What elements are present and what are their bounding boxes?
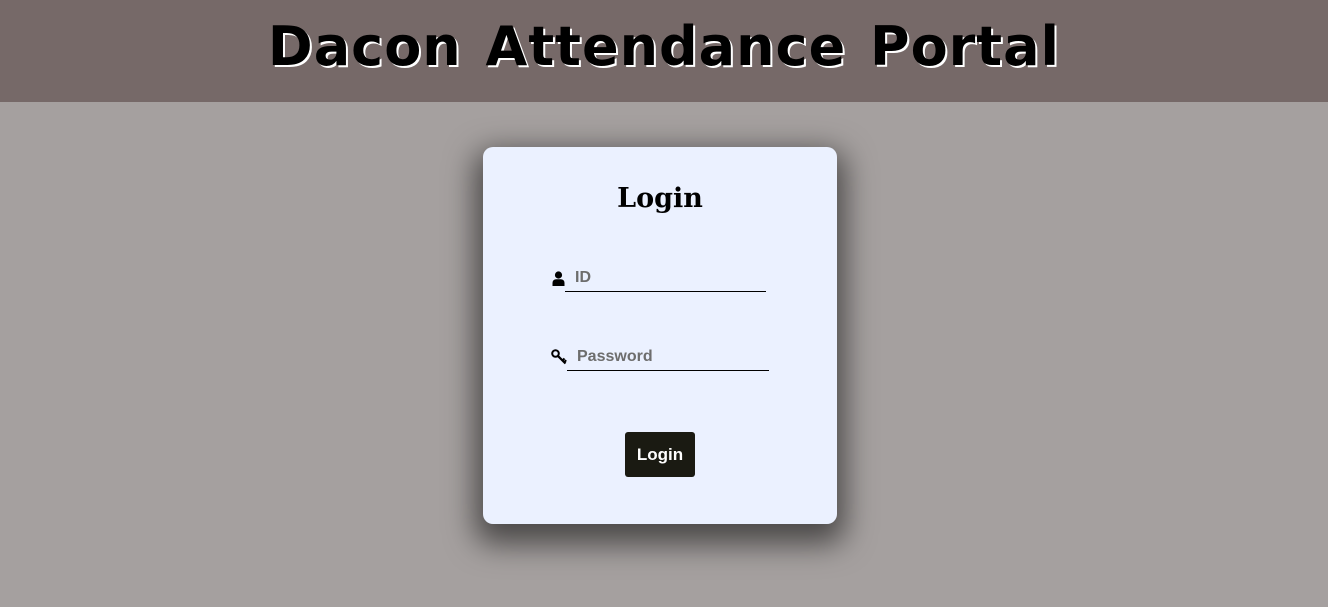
key-icon (551, 349, 567, 365)
login-card: Login Login (483, 147, 837, 524)
page-header: Dacon Attendance Portal (0, 0, 1328, 102)
portal-title: Dacon Attendance Portal (267, 15, 1061, 78)
login-button[interactable]: Login (625, 432, 695, 477)
password-input[interactable] (567, 343, 769, 371)
login-heading: Login (617, 183, 703, 214)
id-input[interactable] (565, 264, 766, 292)
